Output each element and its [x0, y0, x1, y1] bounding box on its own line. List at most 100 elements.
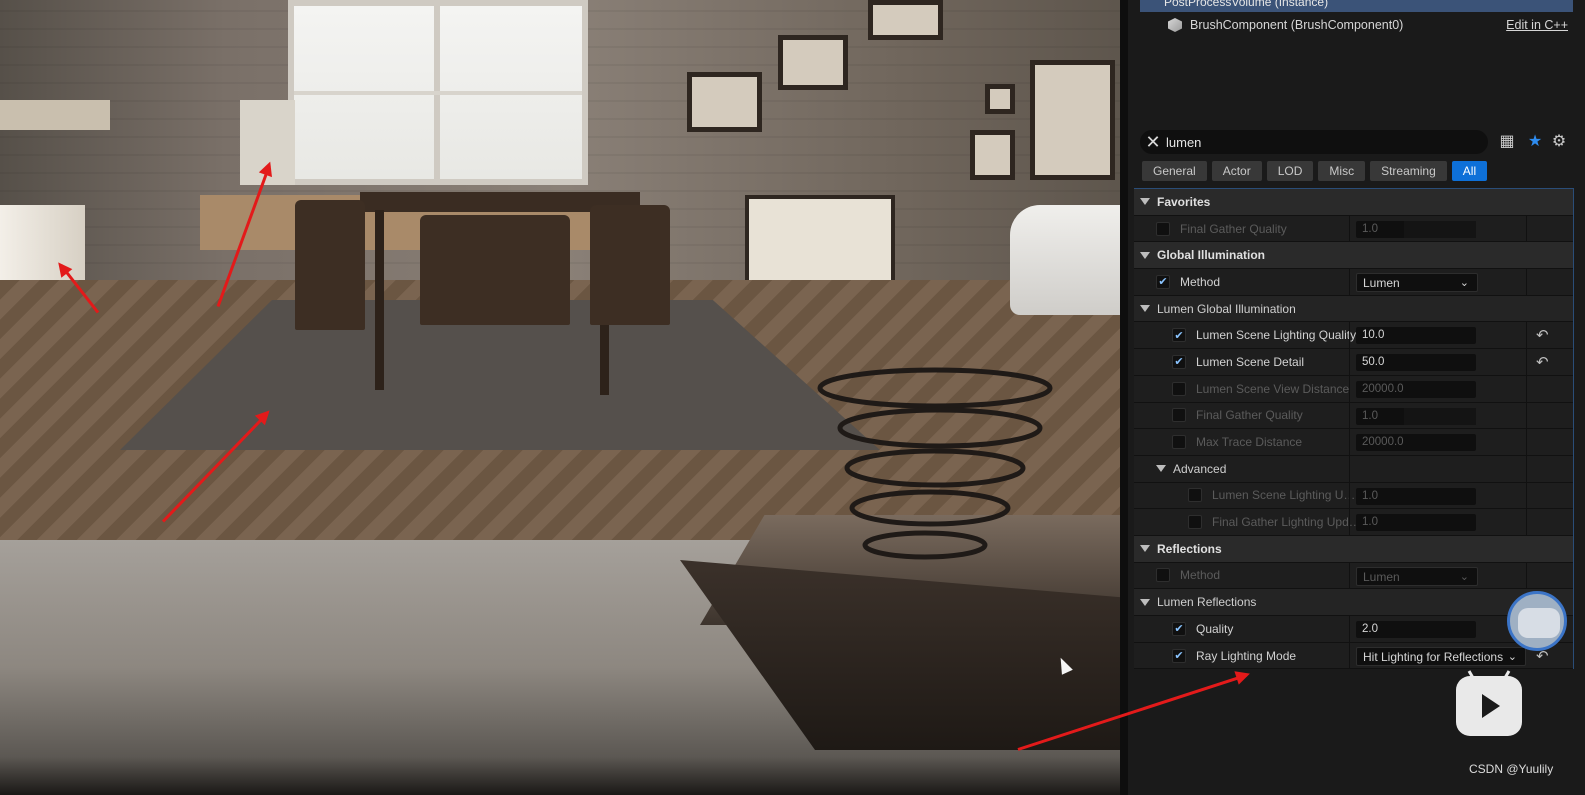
chevron-down-icon: ⌄ [1459, 570, 1469, 583]
property-row: Final Gather Lighting Updat... 1.0 [1134, 509, 1573, 536]
override-checkbox[interactable]: ✔ [1156, 274, 1170, 289]
scene-view-distance-field[interactable]: 20000.0 [1356, 380, 1476, 398]
dining-chair [420, 215, 570, 325]
picture-frame [985, 84, 1015, 114]
component-row-brush[interactable]: BrushComponent (BrushComponent0) Edit in… [1168, 16, 1568, 34]
property-label: Max Trace Distance [1196, 435, 1303, 450]
picture-frame [868, 0, 943, 40]
property-label: Lumen Scene Lighting Upd... [1212, 488, 1362, 503]
reflection-method-dropdown[interactable]: Lumen ⌄ [1356, 566, 1478, 586]
reset-to-default-icon[interactable]: ↶ [1536, 326, 1549, 344]
picture-frame [1030, 60, 1115, 180]
component-row-selected[interactable]: PostProcessVolume (Instance) [1140, 0, 1573, 12]
category-label: Favorites [1157, 194, 1211, 209]
scene-lighting-quality-field[interactable]: 10.0 [1356, 327, 1476, 345]
tab-general[interactable]: General [1142, 161, 1207, 181]
category-favorites[interactable]: Favorites [1134, 189, 1573, 216]
expand-arrow-icon [1140, 598, 1150, 606]
wall-shelf [0, 100, 110, 130]
property-list: Favorites Final Gather Quality 1.0 Globa… [1134, 188, 1574, 670]
category-label: Lumen Reflections [1157, 595, 1257, 610]
picture-frame [970, 130, 1015, 180]
final-gather-lighting-update-field[interactable]: 1.0 [1356, 514, 1476, 532]
edit-in-cpp-link[interactable]: Edit in C++ [1506, 18, 1568, 32]
clear-search-icon[interactable]: ✕ [1140, 132, 1166, 153]
property-label: Final Gather Quality [1196, 408, 1303, 423]
property-label: Lumen Scene View Distance [1196, 381, 1350, 396]
override-checkbox[interactable] [1188, 488, 1202, 503]
override-checkbox[interactable] [1156, 568, 1170, 583]
search-bar: ✕ [1140, 130, 1488, 154]
tab-misc[interactable]: Misc [1318, 161, 1366, 181]
override-checkbox[interactable]: ✔ [1172, 354, 1186, 369]
search-input[interactable] [1166, 134, 1466, 150]
expand-arrow-icon [1140, 305, 1150, 313]
tab-lod[interactable]: LOD [1266, 161, 1314, 181]
property-row: Final Gather Quality 1.0 [1134, 215, 1573, 243]
property-label: Lumen Scene Lighting Quality [1196, 328, 1357, 343]
tab-streaming[interactable]: Streaming [1370, 161, 1447, 181]
scene-detail-field[interactable]: 50.0 [1356, 354, 1476, 372]
category-lumen-global-illumination[interactable]: Lumen Global Illumination [1134, 295, 1573, 323]
override-checkbox[interactable]: ✔ [1172, 648, 1186, 663]
property-label: Ray Lighting Mode [1196, 648, 1297, 663]
override-checkbox[interactable] [1156, 221, 1170, 236]
property-row: Final Gather Quality 1.0 [1134, 402, 1573, 430]
property-label: Final Gather Quality [1180, 221, 1287, 236]
table-view-icon[interactable]: ▦ [1498, 133, 1516, 151]
level-viewport[interactable] [0, 0, 1130, 795]
override-checkbox[interactable]: ✔ [1172, 621, 1186, 636]
property-row: ✔ Lumen Scene Lighting Quality 10.0 ↶ [1134, 322, 1573, 350]
settings-gear-icon[interactable]: ⚙ [1550, 133, 1568, 151]
dropdown-value: Lumen [1363, 276, 1400, 291]
property-row: Method Lumen ⌄ [1134, 562, 1573, 590]
final-gather-quality-field[interactable]: 1.0 [1356, 407, 1476, 425]
category-advanced[interactable]: Advanced [1134, 455, 1573, 483]
table-leg [375, 210, 384, 390]
chevron-down-icon: ⌄ [1459, 277, 1469, 290]
expand-arrow-icon [1156, 465, 1166, 473]
property-row: ✔ Method Lumen ⌄ [1134, 269, 1573, 296]
category-global-illumination[interactable]: Global Illumination [1134, 242, 1573, 270]
category-label: Lumen Global Illumination [1157, 301, 1296, 316]
tab-all[interactable]: All [1451, 161, 1488, 181]
video-play-logo-icon [1456, 676, 1522, 736]
reset-to-default-icon[interactable]: ↶ [1536, 353, 1549, 371]
override-checkbox[interactable] [1172, 408, 1186, 423]
final-gather-quality-field[interactable]: 1.0 [1356, 220, 1476, 238]
watermark: CSDN @Yuulily [1469, 762, 1554, 776]
property-row: ✔ Lumen Scene Detail 50.0 ↶ [1134, 349, 1573, 376]
scene-lighting-update-field[interactable]: 1.0 [1356, 487, 1476, 505]
override-checkbox[interactable] [1172, 435, 1186, 450]
filter-tabs: General Actor LOD Misc Streaming All [1142, 161, 1488, 181]
white-sofa [1010, 205, 1130, 315]
picture-frame [778, 35, 848, 90]
max-trace-distance-field[interactable]: 20000.0 [1356, 434, 1476, 452]
property-label: Quality [1196, 621, 1234, 636]
chevron-down-icon: ⌄ [1507, 650, 1517, 663]
property-label: Method [1180, 568, 1221, 583]
property-label: Final Gather Lighting Updat... [1212, 515, 1362, 530]
tab-actor[interactable]: Actor [1211, 161, 1262, 181]
property-row: Lumen Scene View Distance 20000.0 [1134, 375, 1573, 403]
category-label: Advanced [1173, 461, 1227, 476]
gi-method-dropdown[interactable]: Lumen ⌄ [1356, 273, 1478, 293]
favorite-star-icon[interactable]: ★ [1526, 133, 1544, 151]
ray-lighting-mode-dropdown[interactable]: Hit Lighting for Reflections ⌄ [1356, 646, 1526, 666]
expand-arrow-icon [1140, 545, 1150, 553]
component-label: BrushComponent (BrushComponent0) [1190, 18, 1404, 32]
property-row: ✔ Ray Lighting Mode Hit Lighting for Ref… [1134, 642, 1573, 670]
override-checkbox[interactable] [1172, 381, 1186, 396]
category-reflections[interactable]: Reflections [1134, 535, 1573, 563]
property-label: Method [1180, 274, 1221, 289]
reflection-quality-field[interactable]: 2.0 [1356, 621, 1476, 638]
category-label: Global Illumination [1157, 248, 1265, 263]
avatar [1507, 591, 1567, 651]
coil-spring [817, 367, 1053, 560]
expand-arrow-icon [1140, 198, 1150, 206]
override-checkbox[interactable] [1188, 515, 1202, 530]
property-row: Max Trace Distance 20000.0 [1134, 429, 1573, 456]
window [288, 0, 588, 185]
dining-chair [590, 205, 670, 325]
override-checkbox[interactable]: ✔ [1172, 328, 1186, 343]
